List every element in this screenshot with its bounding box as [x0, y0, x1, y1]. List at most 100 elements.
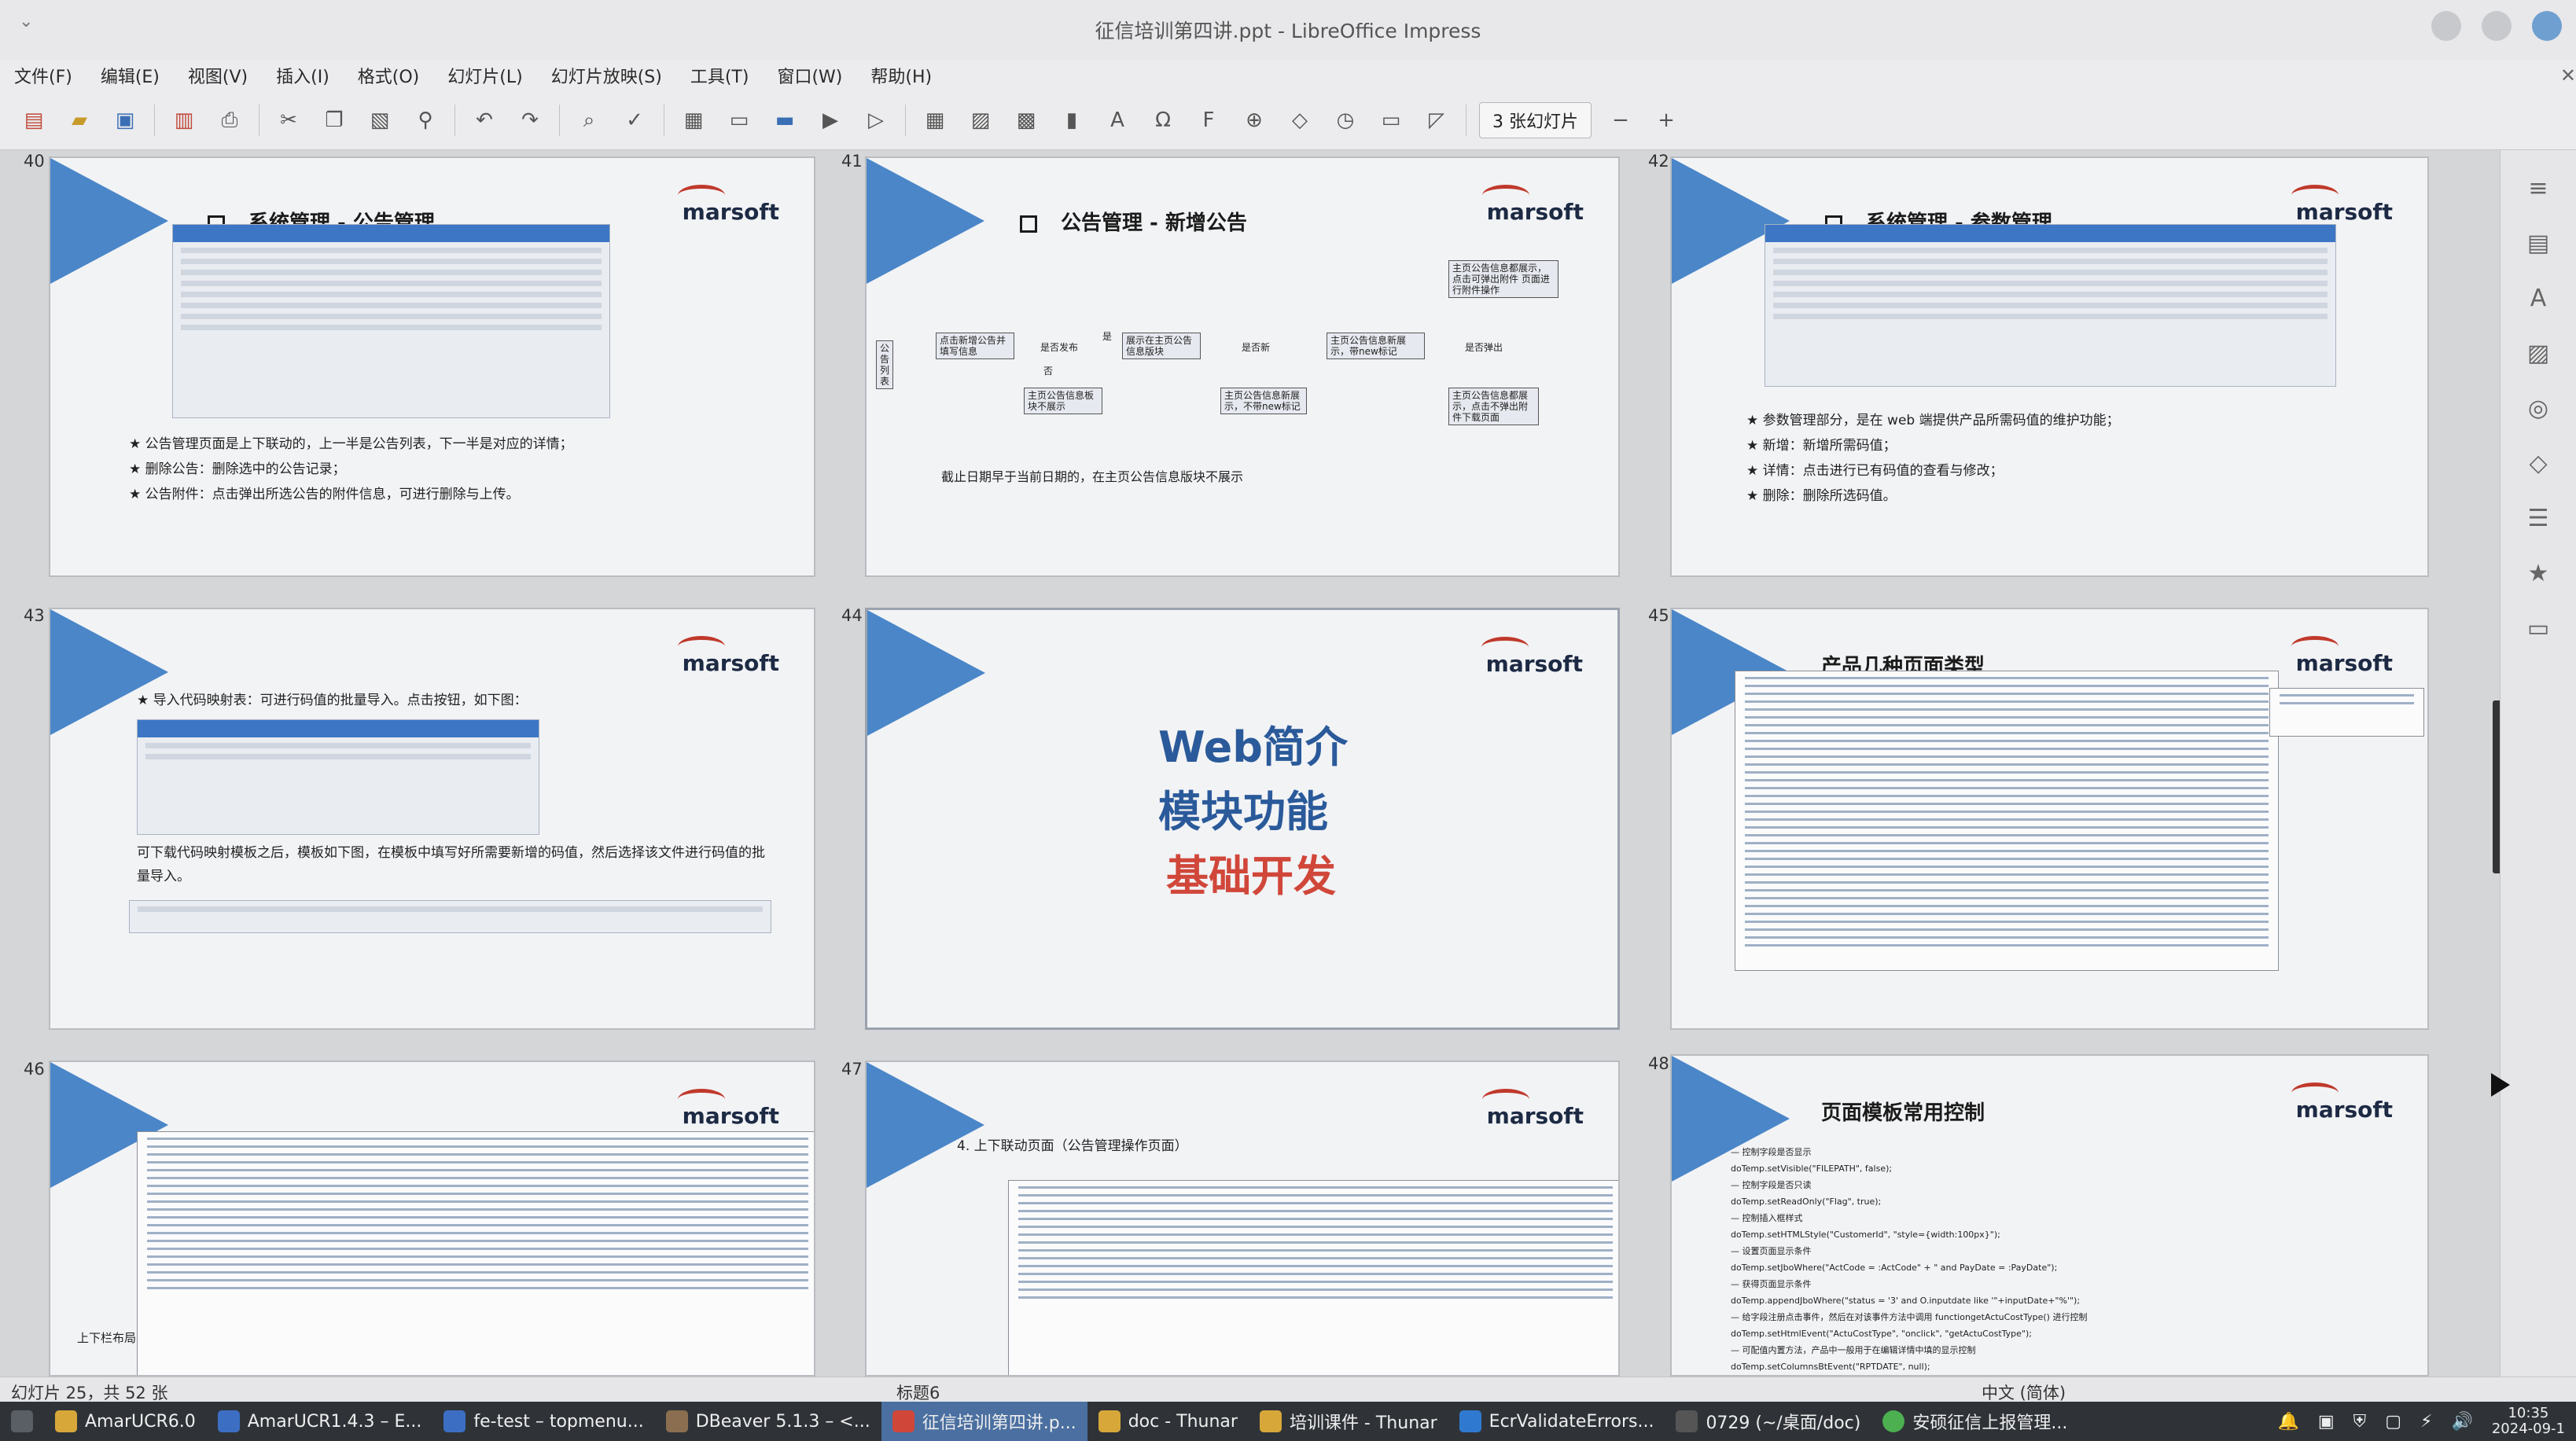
language-status[interactable]: 中文 (简体): [1982, 1380, 2066, 1404]
new-icon[interactable]: ▤: [17, 104, 50, 137]
marsoft-logo: marsoft: [2291, 185, 2393, 225]
save-icon[interactable]: ▣: [109, 104, 142, 137]
image-icon[interactable]: ▨: [964, 104, 997, 137]
slide-thumbnail[interactable]: marsoft 产品几种页面类型: [1670, 608, 2429, 1030]
hyperlink-icon[interactable]: ⊕: [1238, 104, 1271, 137]
slide-thumbnail[interactable]: marsoft 公告管理 - 新增公告 公告列表 点击新增公告并填写信息 是否发…: [865, 156, 1620, 577]
clipboard-icon[interactable]: ▣: [2318, 1412, 2335, 1432]
notification-icon[interactable]: 🔔: [2277, 1412, 2298, 1432]
find-icon[interactable]: ⌕: [572, 104, 605, 137]
window-icon[interactable]: ▢: [2385, 1412, 2401, 1432]
layout-icon[interactable]: ▭: [723, 104, 756, 137]
export-pdf-icon[interactable]: ▥: [167, 104, 201, 137]
power-icon[interactable]: ⚡: [2420, 1412, 2432, 1432]
menu-slideshow[interactable]: 幻灯片放映(S): [551, 63, 662, 88]
transform-icon[interactable]: ◷: [1329, 104, 1362, 137]
cut-icon[interactable]: ✂: [272, 104, 305, 137]
fontwork-icon[interactable]: F: [1192, 104, 1225, 137]
taskbar-item[interactable]: 0729 (~/桌面/doc): [1665, 1402, 1871, 1441]
clone-format-icon[interactable]: ⚲: [409, 104, 442, 137]
close-document-icon[interactable]: ✕: [2560, 64, 2576, 86]
window-menu-icon[interactable]: ⌄: [19, 13, 35, 31]
shapes-icon[interactable]: ◇: [1283, 104, 1316, 137]
taskbar-item[interactable]: fe-test – topmenu...: [432, 1402, 654, 1441]
flow-node: 公告列表: [876, 340, 894, 389]
display-icon[interactable]: ▬: [768, 104, 801, 137]
start-menu-button[interactable]: [0, 1402, 44, 1441]
flow-label: 是: [1102, 331, 1113, 342]
slide-thumbnail[interactable]: marsoft 系统管理 - 公告管理 ★ 公告管理页面是上下联动的，上一半是公…: [49, 156, 815, 577]
slide-decoration: [50, 158, 168, 284]
start-current-icon[interactable]: ▷: [859, 104, 892, 137]
print-icon[interactable]: ⎙: [213, 104, 246, 137]
slide-thumbnail[interactable]: marsoft 4. 上下联动页面（公告管理操作页面）: [865, 1061, 1620, 1377]
table-icon[interactable]: ▦: [918, 104, 951, 137]
slide-heading-1: Web简介: [1158, 722, 1348, 772]
flow-decision: 是否弹出: [1464, 342, 1503, 353]
properties-icon[interactable]: ▤: [2521, 226, 2556, 260]
menu-edit[interactable]: 编辑(E): [101, 63, 160, 88]
slide-thumbnail[interactable]: marsoft 页面模板常用控制 — 控制字段是否显示 doTemp.setVi…: [1670, 1054, 2429, 1377]
taskbar-item[interactable]: AmarUCR1.4.3 – E...: [207, 1402, 433, 1441]
media-icon[interactable]: ▩: [1010, 104, 1043, 137]
zoom-in-button[interactable]: +: [1650, 104, 1683, 137]
copy-icon[interactable]: ❐: [318, 104, 351, 137]
gallery-icon[interactable]: ▨: [2521, 336, 2556, 370]
slide-text: 可下载代码映射模板之后，模板如下图，在模板中填写好所需要新增的码值，然后选择该文…: [137, 845, 765, 884]
taskbar-item[interactable]: 安硕征信上报管理...: [1871, 1402, 2078, 1441]
aspect-icon[interactable]: ◸: [1420, 104, 1453, 137]
master-slides-icon[interactable]: ☰: [2521, 501, 2556, 535]
master-icon[interactable]: ▭: [1374, 104, 1408, 137]
maximize-button[interactable]: [2482, 11, 2512, 41]
menu-file[interactable]: 文件(F): [14, 63, 72, 88]
slides-per-row-field[interactable]: 3 张幻灯片: [1479, 102, 1592, 138]
shapes-icon[interactable]: ◇: [2521, 446, 2556, 480]
slide-transition-icon[interactable]: ▭: [2521, 611, 2556, 645]
vscode-icon: [1459, 1410, 1481, 1432]
spellcheck-icon[interactable]: ✓: [618, 104, 651, 137]
menu-window[interactable]: 窗口(W): [777, 63, 842, 88]
clock[interactable]: 10:35 2024-09-1: [2492, 1406, 2565, 1437]
menu-view[interactable]: 视图(V): [188, 63, 248, 88]
window-title: 征信培训第四讲.ppt - LibreOffice Impress: [1095, 20, 1481, 42]
slide-thumbnail[interactable]: marsoft ★ 导入代码映射表：可进行码值的批量导入。点击按钮，如下图： 可…: [49, 608, 815, 1030]
menu-tools[interactable]: 工具(T): [690, 63, 749, 88]
menu-format[interactable]: 格式(O): [358, 63, 419, 88]
open-icon[interactable]: ▰: [63, 104, 96, 137]
impress-icon: [892, 1410, 914, 1432]
undo-icon[interactable]: ↶: [468, 104, 501, 137]
volume-icon[interactable]: 🔊: [2451, 1412, 2472, 1432]
minimize-button[interactable]: [2431, 11, 2461, 41]
chart-icon[interactable]: ▮: [1055, 104, 1088, 137]
textbox-icon[interactable]: A: [1101, 104, 1134, 137]
styles-icon[interactable]: A: [2521, 281, 2556, 315]
slide-thumbnail-selected[interactable]: marsoft Web简介 模块功能 基础开发: [865, 608, 1620, 1030]
slide-decoration: [867, 158, 984, 284]
taskbar-item[interactable]: doc - Thunar: [1087, 1402, 1249, 1441]
taskbar-item[interactable]: DBeaver 5.1.3 – <...: [655, 1402, 881, 1441]
navigator-icon[interactable]: ◎: [2521, 391, 2556, 425]
redo-icon[interactable]: ↷: [513, 104, 546, 137]
menu-help[interactable]: 帮助(H): [870, 63, 932, 88]
paste-icon[interactable]: ▧: [363, 104, 396, 137]
screenshot-image: [172, 224, 610, 418]
screenshot-image: [1765, 224, 2336, 387]
taskbar-item[interactable]: AmarUCR6.0: [44, 1402, 207, 1441]
special-char-icon[interactable]: Ω: [1146, 104, 1179, 137]
menu-insert[interactable]: 插入(I): [276, 63, 329, 88]
close-window-button[interactable]: [2532, 11, 2562, 41]
slide-thumbnail[interactable]: marsoft 系统管理 - 参数管理 ★ 参数管理部分，是在 web 端提供产…: [1670, 156, 2429, 577]
toolbar-separator: [905, 105, 906, 136]
sidebar-menu-icon[interactable]: ≡: [2521, 171, 2556, 205]
animation-icon[interactable]: ★: [2521, 556, 2556, 590]
shield-icon[interactable]: ⛨: [2353, 1412, 2367, 1432]
grid-icon[interactable]: ▦: [677, 104, 710, 137]
zoom-out-button[interactable]: −: [1604, 104, 1637, 137]
taskbar-item[interactable]: EcrValidateErrors...: [1448, 1402, 1665, 1441]
start-slideshow-icon[interactable]: ▶: [814, 104, 847, 137]
title-bar: ⌄ 征信培训第四讲.ppt - LibreOffice Impress: [0, 0, 2576, 60]
slide-thumbnail[interactable]: marsoft 上下栏布局: [49, 1061, 815, 1377]
taskbar-item[interactable]: 培训课件 - Thunar: [1249, 1402, 1448, 1441]
menu-slide[interactable]: 幻灯片(L): [447, 63, 522, 88]
taskbar-item-active[interactable]: 征信培训第四讲.p...: [881, 1402, 1087, 1441]
